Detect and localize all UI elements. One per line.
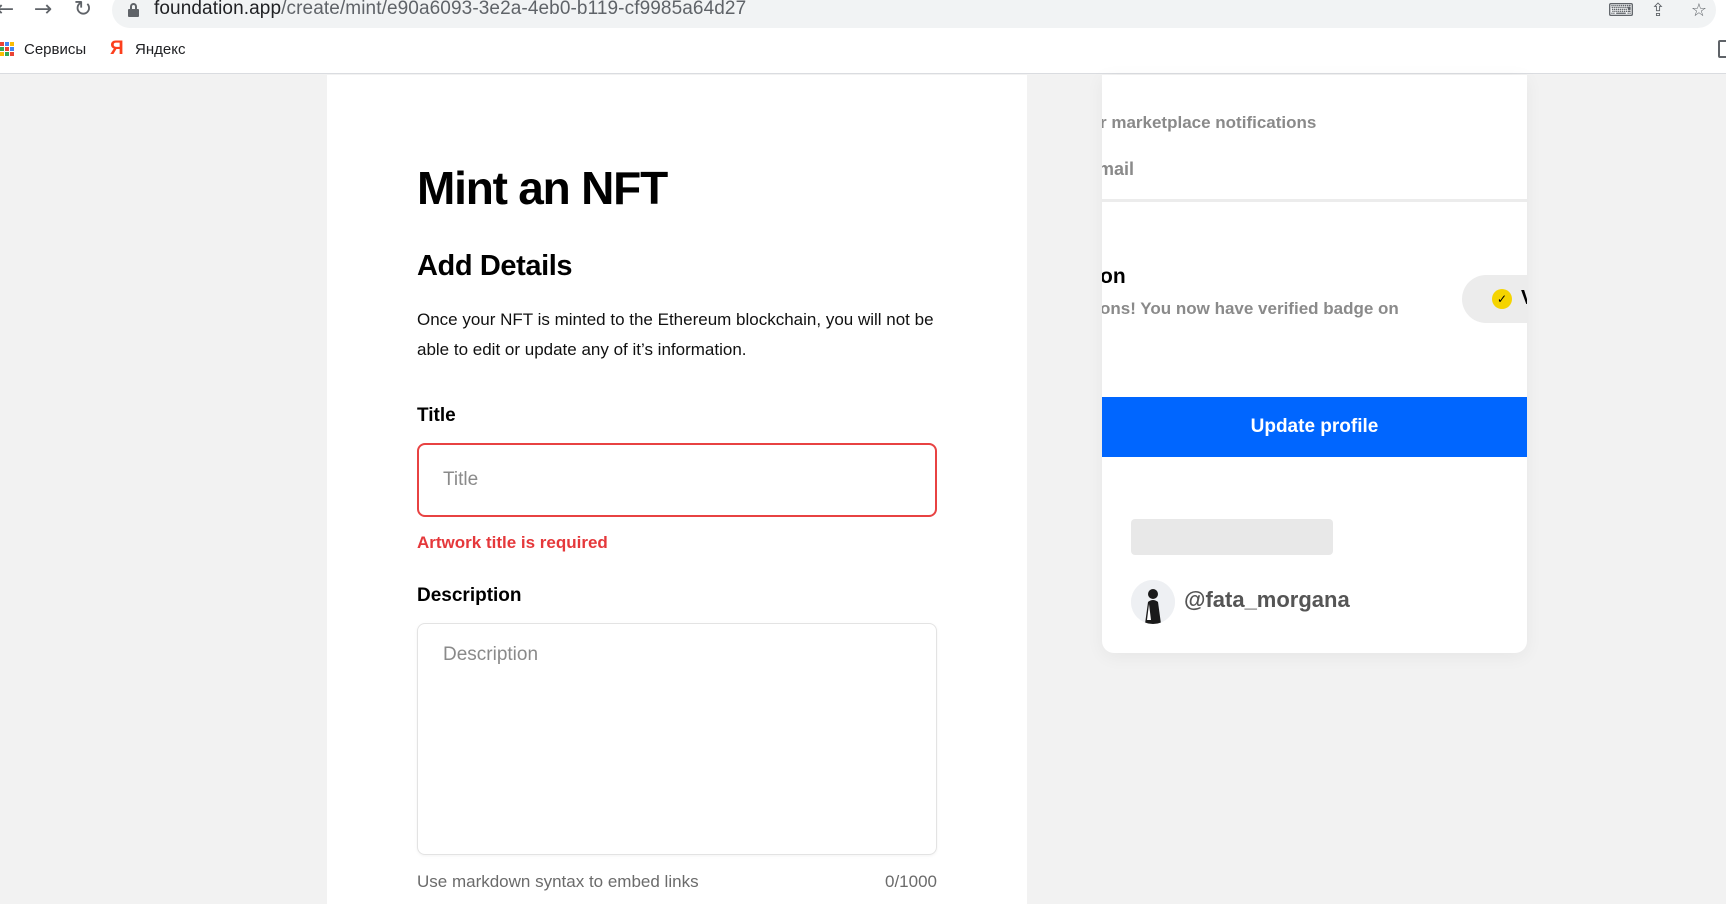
url-text[interactable]: foundation.app/create/mint/e90a6093-3e2a… bbox=[154, 0, 746, 20]
url-path: /create/mint/e90a6093-3e2a-4eb0-b119-cf9… bbox=[281, 0, 747, 19]
forward-arrow-icon[interactable]: → bbox=[30, 0, 56, 22]
reload-icon[interactable]: ↻ bbox=[70, 0, 96, 22]
bookmark-star-icon[interactable]: ☆ bbox=[1688, 1, 1710, 21]
bookmarks-bar: Сервисы Я Яндекс bbox=[0, 28, 1726, 74]
mint-form-card: Mint an NFT Add Details Once your NFT is… bbox=[327, 75, 1027, 904]
bookmark-services[interactable]: Сервисы bbox=[24, 41, 86, 58]
notifications-text: r marketplace notifications bbox=[1102, 113, 1317, 132]
description-hint: Use markdown syntax to embed links bbox=[417, 872, 699, 891]
verification-heading: on bbox=[1102, 265, 1126, 288]
browser-toolbar: ← → ↻ foundation.app/create/mint/e90a609… bbox=[0, 0, 1726, 28]
page-title: Mint an NFT bbox=[417, 162, 668, 214]
back-arrow-icon[interactable]: ← bbox=[0, 0, 18, 22]
description-textarea[interactable] bbox=[417, 623, 937, 855]
lock-icon[interactable] bbox=[128, 3, 139, 17]
title-label: Title bbox=[417, 405, 456, 426]
profile-panel: r marketplace notifications mail on ons!… bbox=[1102, 75, 1527, 653]
reading-list-icon[interactable] bbox=[1718, 40, 1726, 58]
yandex-icon: Я bbox=[110, 38, 124, 59]
description-label: Description bbox=[417, 585, 522, 606]
share-icon[interactable]: ⇪ bbox=[1647, 1, 1669, 21]
apps-grid-icon[interactable] bbox=[0, 42, 14, 56]
username[interactable]: @fata_morgana bbox=[1184, 587, 1350, 613]
loading-skeleton bbox=[1131, 519, 1333, 555]
avatar[interactable] bbox=[1131, 580, 1175, 624]
divider bbox=[1102, 199, 1527, 202]
translate-icon[interactable]: ⌨ bbox=[1608, 1, 1634, 21]
title-input[interactable] bbox=[417, 443, 937, 517]
description-char-counter: 0/1000 bbox=[885, 872, 937, 891]
update-profile-button[interactable]: Update profile bbox=[1102, 397, 1527, 457]
verified-chip[interactable]: ✓ V bbox=[1462, 275, 1527, 323]
verification-text: ons! You now have verified badge on bbox=[1102, 299, 1399, 318]
avatar-image bbox=[1131, 580, 1175, 624]
url-host: foundation.app bbox=[154, 0, 282, 19]
section-title: Add Details bbox=[417, 250, 573, 282]
verified-chip-label: V bbox=[1521, 287, 1527, 310]
bookmark-yandex[interactable]: Яндекс bbox=[135, 41, 185, 58]
title-error-message: Artwork title is required bbox=[417, 533, 608, 552]
check-icon: ✓ bbox=[1492, 289, 1512, 309]
section-description: Once your NFT is minted to the Ethereum … bbox=[417, 310, 934, 359]
email-text: mail bbox=[1102, 159, 1135, 179]
